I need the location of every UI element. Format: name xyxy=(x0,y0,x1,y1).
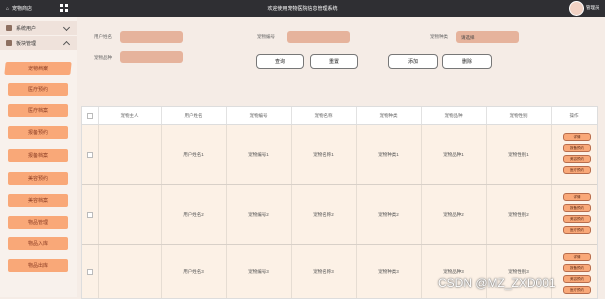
name-cell: 宠物名称2 xyxy=(291,185,357,244)
col-header: 宠物品种 xyxy=(421,107,487,124)
sex-cell: 宠物性别2 xyxy=(486,185,552,244)
kind-cell: 宠物种类1 xyxy=(356,125,422,184)
system-title: 欢迎使用宠物医院信息管理系统 xyxy=(267,6,338,12)
query-button[interactable]: 查询 xyxy=(256,54,304,69)
owner-cell xyxy=(98,125,162,184)
pet-breed-input[interactable] xyxy=(120,51,183,63)
code-cell: 宠物编号1 xyxy=(226,125,292,184)
sidebar-group-label: 系统用户 xyxy=(16,25,37,32)
sidebar-item-grooming-appointment[interactable]: 美容预约 xyxy=(8,172,68,185)
col-header: 宠物名称 xyxy=(291,107,357,124)
sidebar-item-goods-outbound[interactable]: 物品出库 xyxy=(8,259,68,272)
table-row: 用户姓名1 宠物编号1 宠物名称1 宠物种类1 宠物品种1 宠物性别1 详情 报… xyxy=(82,125,597,185)
code-cell: 宠物编号2 xyxy=(226,185,292,244)
report-appointment-button[interactable]: 报备预约 xyxy=(563,264,591,272)
kind-cell: 宠物种类3 xyxy=(356,245,422,298)
row-checkbox[interactable] xyxy=(87,268,93,275)
sidebar-item-report-appointment[interactable]: 报备预约 xyxy=(8,126,68,139)
detail-button[interactable]: 详情 xyxy=(563,253,591,261)
breed-cell: 宠物品种3 xyxy=(421,245,487,298)
code-cell: 宠物编号3 xyxy=(226,245,292,298)
top-bar: ⌂ 宠物商店 欢迎使用宠物医院信息管理系统 管理员 xyxy=(0,0,605,17)
pet-table: 宠物主人 用户姓名 宠物编号 宠物名称 宠物种类 宠物品种 宠物性别 操作 用户… xyxy=(81,106,598,299)
medical-appointment-button[interactable]: 医疗预约 xyxy=(563,226,591,234)
pet-breed-label: 宠物品种 xyxy=(94,55,112,60)
sidebar-group-board-management[interactable]: 板块管理 xyxy=(0,36,77,50)
col-header: 宠物主人 xyxy=(98,107,162,124)
sidebar-item-report-archive[interactable]: 报备档案 xyxy=(8,149,68,162)
sidebar-item-grooming-archive[interactable]: 美容档案 xyxy=(8,194,68,207)
pet-code-input[interactable] xyxy=(287,31,350,43)
table-header: 宠物主人 用户姓名 宠物编号 宠物名称 宠物种类 宠物品种 宠物性别 操作 xyxy=(82,107,597,125)
kind-cell: 宠物种类2 xyxy=(356,185,422,244)
sidebar-item-goods-inbound[interactable]: 物品入库 xyxy=(8,237,68,250)
col-header: 宠物种类 xyxy=(356,107,422,124)
avatar[interactable] xyxy=(569,1,584,16)
sidebar-item-pet-archive[interactable]: 宠物档案 xyxy=(4,62,72,75)
table-row: 用户姓名3 宠物编号3 宠物名称3 宠物种类3 宠物品种3 宠物性别3 详情 报… xyxy=(82,245,597,298)
sidebar-group-label: 板块管理 xyxy=(16,40,37,47)
medical-appointment-button[interactable]: 医疗预约 xyxy=(563,286,591,294)
breed-cell: 宠物品种1 xyxy=(421,125,487,184)
breed-cell: 宠物品种2 xyxy=(421,185,487,244)
user-name-input[interactable] xyxy=(120,31,183,43)
add-button[interactable]: 添加 xyxy=(388,54,438,69)
user-icon xyxy=(6,25,12,31)
row-checkbox[interactable] xyxy=(87,151,93,158)
sidebar: 系统用户 板块管理 宠物档案 医疗预约 医疗档案 报备预约 报备档案 美容预约 … xyxy=(0,17,77,297)
grid-icon xyxy=(6,40,12,46)
col-header: 宠物性别 xyxy=(486,107,552,124)
detail-button[interactable]: 详情 xyxy=(563,193,591,201)
grooming-appointment-button[interactable]: 美容预约 xyxy=(563,275,591,283)
chevron-up-icon xyxy=(62,40,71,49)
current-user[interactable]: 管理员 xyxy=(586,5,600,11)
sex-cell: 宠物性别3 xyxy=(486,245,552,298)
select-all-checkbox[interactable] xyxy=(87,112,93,119)
user-cell: 用户姓名1 xyxy=(161,125,227,184)
owner-cell xyxy=(98,185,162,244)
report-appointment-button[interactable]: 报备预约 xyxy=(563,204,591,212)
sidebar-item-goods-management[interactable]: 物品管理 xyxy=(8,216,68,229)
detail-button[interactable]: 详情 xyxy=(563,133,591,141)
row-checkbox[interactable] xyxy=(87,211,93,218)
user-name-label: 用户姓名 xyxy=(94,34,112,39)
report-appointment-button[interactable]: 报备预约 xyxy=(563,144,591,152)
name-cell: 宠物名称1 xyxy=(291,125,357,184)
grooming-appointment-button[interactable]: 美容预约 xyxy=(563,215,591,223)
pet-code-label: 宠物编号 xyxy=(257,34,275,39)
sidebar-item-medical-archive[interactable]: 医疗档案 xyxy=(8,104,68,117)
medical-appointment-button[interactable]: 医疗预约 xyxy=(563,166,591,174)
watermark: CSDN @MZ_ZXD001 xyxy=(438,276,556,290)
col-header: 操作 xyxy=(569,112,579,118)
user-cell: 用户姓名2 xyxy=(161,185,227,244)
owner-cell xyxy=(98,245,162,298)
name-cell: 宠物名称3 xyxy=(291,245,357,298)
table-row: 用户姓名2 宠物编号2 宠物名称2 宠物种类2 宠物品种2 宠物性别2 详情 报… xyxy=(82,185,597,245)
col-header: 用户姓名 xyxy=(161,107,227,124)
pet-kind-selected: 请选择 xyxy=(461,35,475,40)
chevron-down-icon xyxy=(62,23,71,32)
col-header: 宠物编号 xyxy=(226,107,292,124)
sex-cell: 宠物性别1 xyxy=(486,125,552,184)
delete-button[interactable]: 删除 xyxy=(442,54,492,69)
grooming-appointment-button[interactable]: 美容预约 xyxy=(563,155,591,163)
reset-button[interactable]: 重置 xyxy=(310,54,358,69)
user-cell: 用户姓名3 xyxy=(161,245,227,298)
pet-kind-label: 宠物种类 xyxy=(430,34,448,39)
sidebar-group-system-users[interactable]: 系统用户 xyxy=(0,21,77,35)
select-all-cell xyxy=(82,107,99,124)
sidebar-item-medical-appointment[interactable]: 医疗预约 xyxy=(8,83,68,96)
